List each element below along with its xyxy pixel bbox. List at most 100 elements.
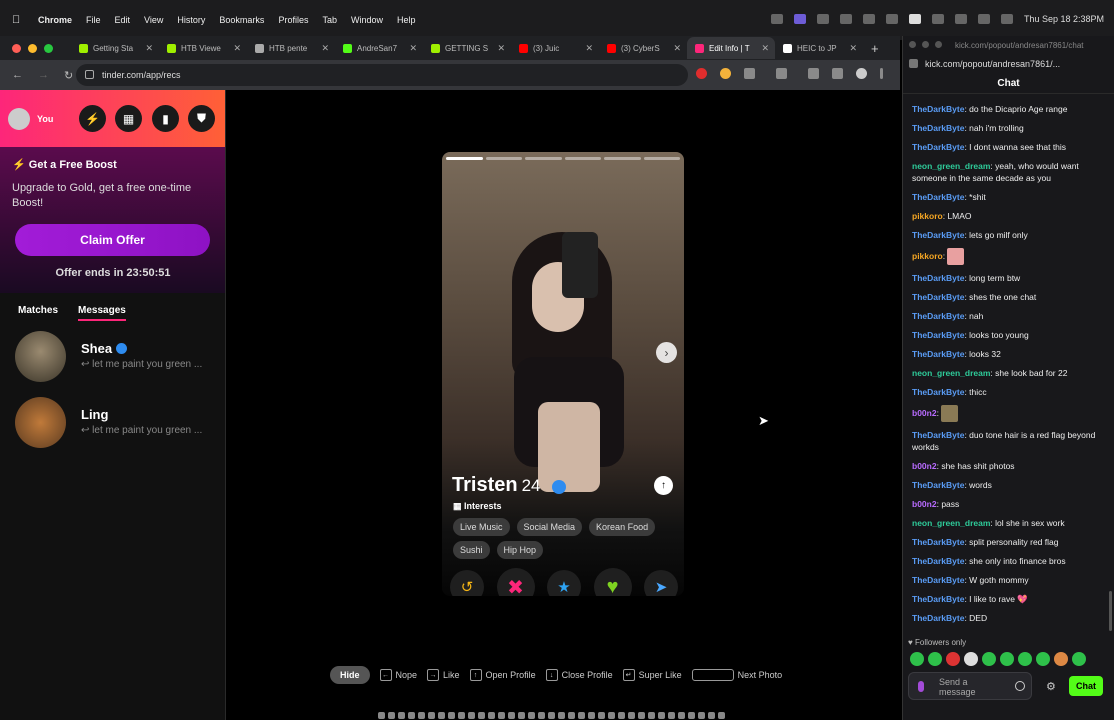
dock-app-icon[interactable] — [678, 712, 685, 719]
notion-icon[interactable] — [816, 14, 829, 24]
dock-app-icon[interactable] — [408, 712, 415, 719]
chat-username[interactable]: TheDarkByte — [912, 575, 964, 585]
battery-icon[interactable] — [931, 14, 944, 24]
send-chat-button[interactable]: Chat — [1069, 676, 1103, 696]
chat-username[interactable]: neon_green_dream — [912, 518, 990, 528]
chat-username[interactable]: TheDarkByte — [912, 387, 964, 397]
gear-icon[interactable]: ⚙ — [1046, 680, 1056, 693]
emote-icon[interactable] — [928, 652, 942, 666]
dock-app-icon[interactable] — [548, 712, 555, 719]
dock-app-icon[interactable] — [708, 712, 715, 719]
emote-icon[interactable] — [910, 652, 924, 666]
chat-scrollbar[interactable] — [1109, 591, 1112, 631]
chat-username[interactable]: TheDarkByte — [912, 537, 964, 547]
profile-label[interactable]: You — [37, 114, 53, 124]
dock-app-icon[interactable] — [418, 712, 425, 719]
back-icon[interactable]: ← — [12, 69, 26, 81]
dock-app-icon[interactable] — [698, 712, 705, 719]
emote-icon[interactable] — [1000, 652, 1014, 666]
chat-username[interactable]: neon_green_dream — [912, 368, 990, 378]
play-icon[interactable] — [885, 14, 898, 24]
chat-username[interactable]: TheDarkByte — [912, 192, 964, 202]
chat-username[interactable]: TheDarkByte — [912, 292, 964, 302]
dock-app-icon[interactable] — [558, 712, 565, 719]
gift-icon[interactable]: ▮ — [152, 105, 179, 132]
search-icon[interactable] — [977, 14, 990, 24]
dock-app-icon[interactable] — [478, 712, 485, 719]
browser-tab[interactable]: GETTING S ✕ — [423, 37, 511, 59]
chat-username[interactable]: b00n2 — [912, 408, 937, 418]
minimize-window-button[interactable] — [922, 41, 929, 48]
browser-tab-active[interactable]: Edit Info | T ✕ — [687, 37, 775, 59]
chat-username[interactable]: TheDarkByte — [912, 330, 964, 340]
popout-url-bar[interactable]: kick.com/popout/andresan7861/... — [903, 54, 1114, 74]
dock-app-icon[interactable] — [598, 712, 605, 719]
close-tab-icon[interactable]: ✕ — [497, 43, 505, 54]
dock-app-icon[interactable] — [688, 712, 695, 719]
chat-username[interactable]: TheDarkByte — [912, 123, 964, 133]
chat-username[interactable]: neon_green_dream — [912, 161, 990, 171]
clock[interactable]: Thu Sep 18 2:38PM — [1024, 14, 1104, 24]
menu-profiles[interactable]: Profiles — [278, 15, 308, 25]
next-photo-icon[interactable]: › — [656, 342, 677, 363]
browser-tab[interactable]: (3) CyberS ✕ — [599, 37, 687, 59]
tab-matches[interactable]: Matches — [18, 305, 58, 321]
chat-username[interactable]: b00n2 — [912, 461, 937, 471]
forward-icon[interactable]: → — [38, 69, 52, 81]
menu-help[interactable]: Help — [397, 15, 416, 25]
close-window-button[interactable] — [909, 41, 916, 48]
explore-icon[interactable]: ▦ — [115, 105, 142, 132]
dock-app-icon[interactable] — [498, 712, 505, 719]
apple-icon[interactable]:  — [12, 14, 28, 26]
wifi-icon[interactable] — [954, 14, 967, 24]
super-like-button[interactable]: ★ — [547, 570, 581, 596]
dock-app-icon[interactable] — [518, 712, 525, 719]
dock-app-icon[interactable] — [398, 712, 405, 719]
dock-app-icon[interactable] — [508, 712, 515, 719]
chat-username[interactable]: TheDarkByte — [912, 230, 964, 240]
media-icon[interactable] — [832, 68, 843, 79]
microphone-icon[interactable] — [918, 681, 924, 692]
dock-app-icon[interactable] — [588, 712, 595, 719]
close-tab-icon[interactable]: ✕ — [233, 43, 241, 54]
chat-username[interactable]: TheDarkByte — [912, 556, 964, 566]
dock-app-icon[interactable] — [448, 712, 455, 719]
keyboard-input-icon[interactable] — [908, 14, 921, 24]
dock-app-icon[interactable] — [468, 712, 475, 719]
profile-card[interactable]: › Tristen 24 ↑ ▦ Interests Live Music Soc… — [442, 152, 684, 596]
dock-app-icon[interactable] — [528, 712, 535, 719]
chat-username[interactable]: TheDarkByte — [912, 273, 964, 283]
list-item[interactable]: Shea ↩ let me paint you green ... — [15, 331, 215, 383]
chat-username[interactable]: pikkoro — [912, 251, 943, 261]
dock-app-icon[interactable] — [378, 712, 385, 719]
dock-app-icon[interactable] — [428, 712, 435, 719]
claim-offer-button[interactable]: Claim Offer — [15, 224, 210, 256]
extension-icon[interactable] — [720, 68, 731, 79]
profile-avatar[interactable] — [856, 68, 867, 79]
menu-tab[interactable]: Tab — [322, 15, 337, 25]
close-tab-icon[interactable]: ✕ — [849, 43, 857, 54]
zoom-window-button[interactable] — [44, 43, 53, 53]
dock-app-icon[interactable] — [578, 712, 585, 719]
close-tab-icon[interactable]: ✕ — [409, 43, 417, 54]
menu-file[interactable]: File — [86, 15, 101, 25]
dock-app-icon[interactable] — [388, 712, 395, 719]
address-bar[interactable]: tinder.com/app/recs — [76, 64, 688, 86]
extension-icon[interactable] — [696, 68, 707, 79]
status-icon[interactable] — [862, 14, 875, 24]
dock-app-icon[interactable] — [638, 712, 645, 719]
dock-app-icon[interactable] — [618, 712, 625, 719]
nope-button[interactable]: ✖ — [496, 568, 535, 596]
download-icon[interactable] — [808, 68, 819, 79]
photo-bar[interactable] — [564, 157, 601, 160]
browser-tab[interactable]: AndreSan7 ✕ — [335, 37, 423, 59]
emote-icon[interactable] — [946, 652, 960, 666]
browser-tab[interactable]: (3) Juic ✕ — [511, 37, 599, 59]
chat-username[interactable]: pikkoro — [912, 211, 943, 221]
chat-username[interactable]: b00n2 — [912, 499, 937, 509]
browser-tab[interactable]: HTB Viewe ✕ — [159, 37, 247, 59]
rewind-button[interactable]: ↺ — [450, 570, 484, 596]
chat-username[interactable]: TheDarkByte — [912, 480, 964, 490]
chat-input[interactable]: Send a message — [908, 672, 1032, 700]
avatar[interactable] — [8, 107, 30, 130]
